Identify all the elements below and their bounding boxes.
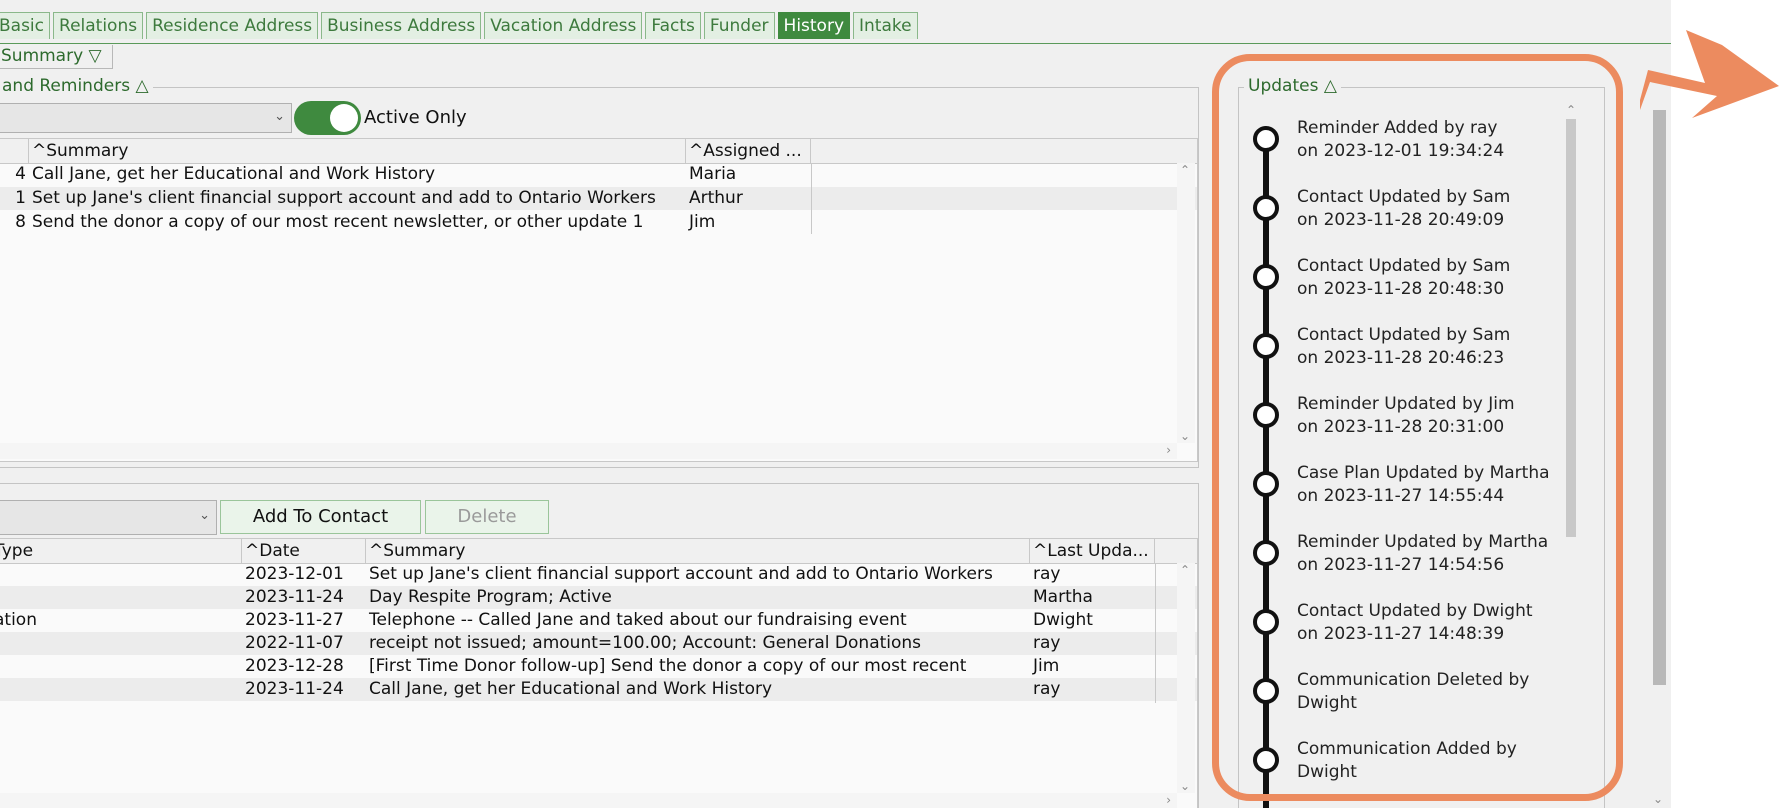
cell-summary: Call Jane, get her Educational and Work … <box>369 679 773 699</box>
scroll-right-icon[interactable]: › <box>1166 793 1171 807</box>
cell-assigned: Jim <box>689 212 716 232</box>
reminders-table-header: ^Summary ^Assigned ... <box>0 139 1197 164</box>
cell-summary: Call Jane, get her Educational and Work … <box>32 164 436 184</box>
active-only-toggle[interactable] <box>294 101 361 135</box>
cell-date: 2023-11-24 <box>245 587 344 607</box>
column-header-assigned[interactable]: ^Assigned ... <box>686 139 811 163</box>
cell-id: 8 <box>15 212 26 232</box>
communication-type-combo[interactable]: ⌄ <box>0 500 217 535</box>
table-row[interactable]: 2023-11-24 Call Jane, get her Educational… <box>0 678 1197 701</box>
tab-facts[interactable]: Facts <box>645 12 701 39</box>
cell-type <box>0 632 242 655</box>
cell-date: 2023-12-01 <box>245 564 344 584</box>
table-row[interactable]: 2023-11-24 Day Respite Program; Active Mar… <box>0 586 1197 609</box>
cell-summary: Telephone -- Called Jane and taked about… <box>369 610 907 630</box>
cell-date: 2023-12-28 <box>245 656 344 676</box>
window-scrollbar-thumb[interactable] <box>1653 110 1666 685</box>
communications-table: Type ^Date ^Summary ^Last Upda... 2023-1… <box>0 538 1198 808</box>
tab-relations[interactable]: Relations <box>53 12 144 39</box>
cell-updated-by: Jim <box>1033 656 1060 676</box>
tab-business-address[interactable]: Business Address <box>321 12 482 39</box>
highlight-annotation <box>1212 54 1623 801</box>
communications-vertical-scrollbar[interactable]: ⌃ ⌄ <box>1177 563 1195 793</box>
reminders-vertical-scrollbar[interactable]: ⌃ ⌄ <box>1177 163 1195 443</box>
communications-table-header: Type ^Date ^Summary ^Last Upda... <box>0 539 1197 564</box>
scroll-down-icon[interactable]: ⌄ <box>1180 779 1190 793</box>
scroll-right-icon[interactable]: › <box>1166 443 1171 457</box>
reminders-filter-combo[interactable]: ⌄ <box>0 103 292 133</box>
cell-summary: Send the donor a copy of our most recent… <box>32 212 644 232</box>
column-header-summary[interactable]: ^Summary <box>29 139 686 163</box>
reminders-group-title[interactable]: and Reminders △ <box>0 76 153 96</box>
tab-basic[interactable]: Basic <box>0 12 51 39</box>
cell-updated-by: ray <box>1033 564 1061 584</box>
reminders-horizontal-scrollbar[interactable]: › <box>0 443 1177 459</box>
cell-summary: Set up Jane's client financial support a… <box>32 188 656 208</box>
scroll-up-icon[interactable]: ⌃ <box>1180 163 1190 177</box>
chevron-down-icon: ⌄ <box>274 109 285 124</box>
cell-updated-by: ray <box>1033 679 1061 699</box>
column-divider <box>1155 563 1156 703</box>
cell-id: 4 <box>15 164 26 184</box>
cell-date: 2023-11-27 <box>245 610 344 630</box>
cell-summary: Day Respite Program; Active <box>369 587 612 607</box>
tab-residence-address[interactable]: Residence Address <box>146 12 319 39</box>
tab-bar: Basic Relations Residence Address Business … <box>0 0 1671 44</box>
cell-id: 1 <box>15 188 26 208</box>
add-to-contact-button[interactable]: Add To Contact <box>220 500 421 534</box>
scroll-down-icon[interactable]: ⌄ <box>1180 429 1190 443</box>
cell-summary: Set up Jane's client financial support a… <box>369 564 993 584</box>
active-only-label: Active Only <box>364 107 467 128</box>
chevron-down-icon: ⌄ <box>199 508 210 523</box>
tab-funder[interactable]: Funder <box>703 12 775 39</box>
cell-summary: [First Time Donor follow-up] Send the do… <box>369 656 967 676</box>
table-row[interactable]: 2023-12-01 Set up Jane's client financial… <box>0 563 1197 586</box>
table-row[interactable]: 4 Call Jane, get her Educational and Work… <box>0 163 1197 186</box>
cell-updated-by: ray <box>1033 633 1061 653</box>
table-row[interactable]: ation 2023-11-27 Telephone -- Called Jane … <box>0 609 1197 632</box>
tab-intake[interactable]: Intake <box>853 12 918 39</box>
table-row[interactable]: 2023-12-28 [First Time Donor follow-up] S… <box>0 655 1197 678</box>
column-header-last-updated[interactable]: ^Last Upda... <box>1030 539 1155 563</box>
pointer-arrow-icon <box>1640 30 1779 118</box>
toggle-knob <box>330 104 358 132</box>
cell-updated-by: Dwight <box>1033 610 1093 630</box>
tab-vacation-address[interactable]: Vacation Address <box>484 12 643 39</box>
tabs: Basic Relations Residence Address Business … <box>0 12 918 39</box>
cell-date: 2023-11-24 <box>245 679 344 699</box>
tab-history[interactable]: History <box>777 12 851 39</box>
scroll-down-icon[interactable]: ⌄ <box>1653 792 1663 806</box>
summary-toggle[interactable]: Summary ▽ <box>0 45 113 69</box>
cell-type <box>0 586 242 609</box>
cell-updated-by: Martha <box>1033 587 1093 607</box>
cell-type <box>0 678 242 701</box>
table-row[interactable]: 2022-11-07 receipt not issued; amount=100… <box>0 632 1197 655</box>
communications-horizontal-scrollbar[interactable]: › <box>0 793 1177 808</box>
reminders-table: ^Summary ^Assigned ... 4 Call Jane, get h… <box>0 138 1198 462</box>
cell-summary: receipt not issued; amount=100.00; Accou… <box>369 633 922 653</box>
scroll-up-icon[interactable]: ⌃ <box>1180 563 1190 577</box>
cell-assigned: Arthur <box>689 188 743 208</box>
column-header-type[interactable]: Type <box>0 539 242 563</box>
column-header-id[interactable] <box>0 139 29 163</box>
table-row[interactable]: 1 Set up Jane's client financial support … <box>0 187 1197 210</box>
column-header-summary[interactable]: ^Summary <box>366 539 1030 563</box>
cell-type <box>0 563 242 586</box>
cell-type: ation <box>0 610 37 630</box>
column-divider <box>811 163 812 234</box>
delete-button[interactable]: Delete <box>425 500 549 534</box>
arrow-shape <box>1640 30 1779 118</box>
column-header-date[interactable]: ^Date <box>242 539 366 563</box>
cell-date: 2022-11-07 <box>245 633 344 653</box>
cell-assigned: Maria <box>689 164 737 184</box>
table-row[interactable]: 8 Send the donor a copy of our most recen… <box>0 211 1197 234</box>
cell-type <box>0 655 242 678</box>
